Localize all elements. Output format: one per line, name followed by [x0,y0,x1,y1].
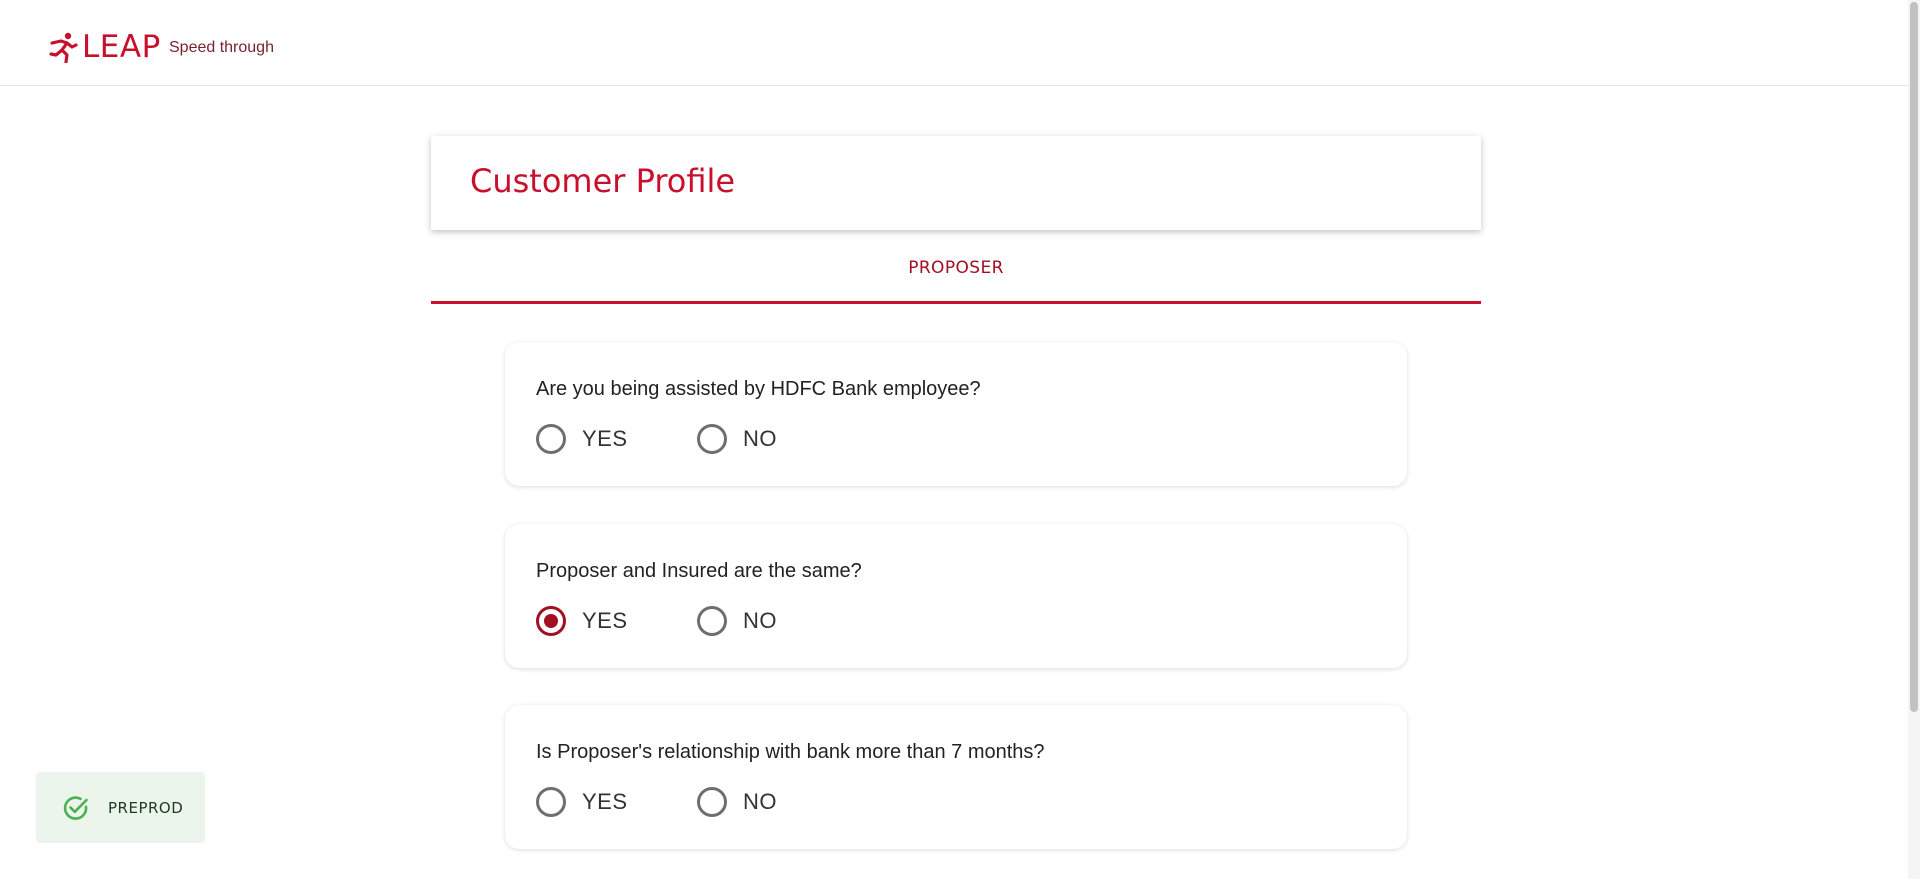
question-card-bank-relationship: Is Proposer's relationship with bank mor… [505,705,1407,849]
scrollbar[interactable] [1908,0,1920,879]
bank-relationship-yes-option[interactable]: YES [536,787,628,817]
option-label: NO [743,426,777,451]
option-label: NO [743,608,777,633]
bank-relationship-no-option[interactable]: NO [697,787,777,817]
leap-logo[interactable]: LEAP [48,30,161,64]
tagline: Speed through [169,39,274,56]
radio-button[interactable] [536,787,566,817]
environment-badge: PREPROD [36,772,205,843]
tab-proposer-label: PROPOSER [908,258,1004,278]
option-label: YES [582,789,628,814]
running-person-icon [48,31,78,64]
radio-button[interactable] [697,606,727,636]
logo-text: LEAP [82,29,161,65]
question-card-hdfc-assist: Are you being assisted by HDFC Bank empl… [505,342,1407,486]
proposer-insured-yes-option[interactable]: YES [536,606,628,636]
proposer-insured-no-option[interactable]: NO [697,606,777,636]
hdfc-assist-no-option[interactable]: NO [697,424,777,454]
check-circle-icon [62,794,90,822]
hdfc-assist-yes-option[interactable]: YES [536,424,628,454]
top-header: LEAP Speed through [0,0,1908,86]
scrollbar-thumb[interactable] [1910,2,1918,712]
radio-button[interactable] [697,787,727,817]
question-card-proposer-insured-same: Proposer and Insured are the same? YES N… [505,524,1407,668]
question-text: Is Proposer's relationship with bank mor… [536,741,1045,763]
option-label: NO [743,789,777,814]
page-title: Customer Profile [470,162,736,200]
page-title-card: Customer Profile [431,136,1481,230]
option-label: YES [582,608,628,633]
radio-button-selected[interactable] [536,606,566,636]
question-text: Proposer and Insured are the same? [536,560,862,582]
radio-button[interactable] [536,424,566,454]
radio-button[interactable] [697,424,727,454]
question-text: Are you being assisted by HDFC Bank empl… [536,378,981,400]
option-label: YES [582,426,628,451]
tab-proposer[interactable]: PROPOSER [431,248,1481,304]
environment-label: PREPROD [108,798,184,817]
